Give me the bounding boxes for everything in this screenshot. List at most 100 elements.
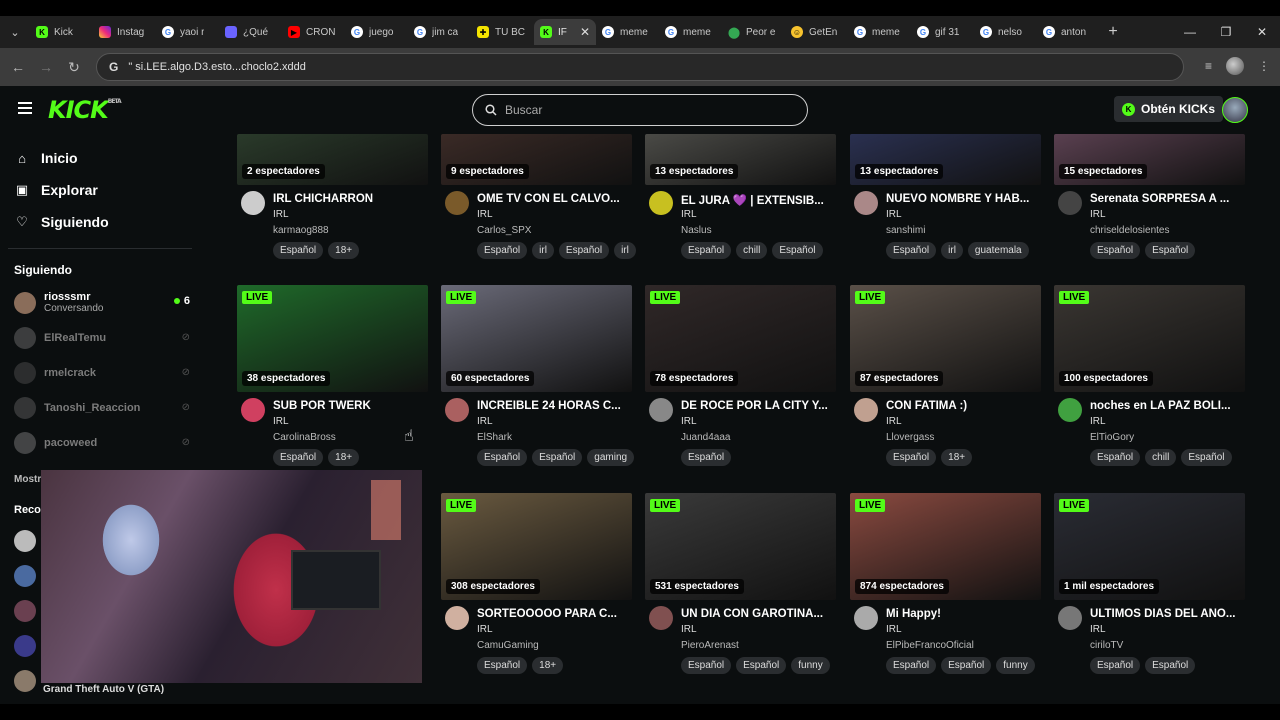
stream-title[interactable]: EL JURA 💜 | EXTENSIB... [681, 193, 836, 207]
kick-logo[interactable]: KICKBETA [48, 96, 122, 124]
stream-card[interactable]: LIVE 60 espectadores INCREIBLE 24 HORAS C.… [441, 285, 635, 478]
tag-chip[interactable]: Español [1090, 242, 1141, 259]
stream-thumbnail[interactable]: LIVE 38 espectadores [237, 285, 428, 392]
browser-tab[interactable]: ▶ CRON [282, 19, 345, 45]
stream-title[interactable]: INCREIBLE 24 HORAS C... [477, 400, 632, 412]
browser-tab[interactable]: K Kick [30, 19, 93, 45]
stream-title[interactable]: IRL CHICHARRON [273, 193, 428, 205]
channel-name[interactable]: Juand4aaa [681, 432, 731, 443]
browser-tab[interactable]: Gmeme [659, 19, 722, 45]
stream-card[interactable]: 2 espectadores IRL CHICHARRON IRL karmaog88… [237, 134, 428, 271]
recommended-avatar[interactable] [14, 635, 36, 657]
browser-tab[interactable]: ⬤ Peor e [722, 19, 785, 45]
channel-name[interactable]: ciriloTV [1090, 640, 1123, 651]
forward-icon[interactable]: → [32, 59, 60, 75]
channel-avatar[interactable] [445, 398, 469, 422]
stream-card[interactable]: LIVE 38 espectadores SUB POR TWERK IRL Carol… [237, 285, 428, 478]
tag-chip[interactable]: irl [614, 242, 636, 259]
recommended-avatar[interactable] [14, 530, 36, 552]
tag-chip[interactable]: Español [681, 242, 732, 259]
browser-tab[interactable]: Gjim ca [408, 19, 471, 45]
tag-chip[interactable]: irl [941, 242, 963, 259]
tag-chip[interactable]: irl [532, 242, 554, 259]
menu-icon[interactable] [18, 102, 32, 117]
channel-avatar[interactable] [649, 191, 673, 215]
stream-thumbnail[interactable]: 2 espectadores [237, 134, 428, 185]
reload-icon[interactable]: ↻ [60, 59, 88, 76]
address-bar[interactable]: G " si.LEE.algo.D3.esto...choclo2.xddd [96, 53, 1184, 81]
stream-card[interactable]: 9 espectadores OME TV CON EL CALVO... IRL C… [441, 134, 636, 271]
tag-chip[interactable]: Español [532, 449, 583, 466]
tag-chip[interactable]: 18+ [532, 657, 564, 674]
sidebar-item-siguiendo[interactable]: ♡ Siguiendo [0, 206, 200, 238]
channel-name[interactable]: ElTioGory [1090, 432, 1134, 443]
stream-category[interactable]: IRL [477, 209, 493, 220]
stream-thumbnail[interactable]: LIVE 87 espectadores [850, 285, 1041, 392]
tag-chip[interactable]: Español [886, 449, 937, 466]
restore-icon[interactable]: ❐ [1208, 16, 1244, 48]
close-window-icon[interactable]: ✕ [1244, 16, 1280, 48]
stream-title[interactable]: Mi Happy! [886, 608, 1041, 620]
channel-avatar[interactable] [1058, 398, 1082, 422]
sidebar-item-inicio[interactable]: ⌂ Inicio [0, 142, 200, 174]
show-more-link[interactable]: Mostr [14, 474, 41, 485]
channel-avatar[interactable] [241, 191, 265, 215]
followed-channel[interactable]: ElRealTemu ⊘ [0, 320, 200, 355]
close-tab-icon[interactable]: ✕ [580, 25, 590, 39]
browser-tab[interactable]: ✚ TU BC [471, 19, 534, 45]
channel-avatar[interactable] [649, 606, 673, 630]
stream-title[interactable]: CON FATIMA :) [886, 400, 1041, 412]
stream-category[interactable]: IRL [681, 209, 697, 220]
channel-name[interactable]: Naslus [681, 225, 712, 236]
stream-thumbnail[interactable]: 13 espectadores [645, 134, 836, 185]
channel-avatar[interactable] [1058, 606, 1082, 630]
tag-chip[interactable]: chill [1145, 449, 1177, 466]
tag-chip[interactable]: gaming [587, 449, 635, 466]
stream-category[interactable]: IRL [1090, 416, 1106, 427]
profile-avatar[interactable] [1226, 57, 1244, 75]
stream-category[interactable]: IRL [477, 416, 493, 427]
stream-card[interactable]: LIVE 87 espectadores CON FATIMA :) IRL Llove… [850, 285, 1041, 478]
channel-name[interactable]: chriseldelosientes [1090, 225, 1170, 236]
browser-tab[interactable]: ☺ GetEn [785, 19, 848, 45]
stream-card[interactable]: LIVE 531 espectadores UN DÍA CON GAROTIÑA.… [645, 493, 836, 686]
channel-avatar[interactable] [854, 606, 878, 630]
followed-channel[interactable]: Tanoshi_Reaccion ⊘ [0, 390, 200, 425]
get-kicks-button[interactable]: K Obtén KICKs [1114, 96, 1224, 122]
stream-category[interactable]: IRL [1090, 624, 1106, 635]
stream-category[interactable]: IRL [886, 416, 902, 427]
stream-thumbnail[interactable]: 13 espectadores [850, 134, 1041, 185]
stream-thumbnail[interactable]: LIVE 874 espectadores [850, 493, 1041, 600]
recommended-avatar[interactable] [14, 670, 36, 692]
tag-chip[interactable]: Español [477, 657, 528, 674]
browser-tab[interactable]: ¿Qué [219, 19, 282, 45]
browser-tab[interactable]: Ggif 31 [911, 19, 974, 45]
stream-card[interactable]: LIVE 308 espectadores SORTEOOOOO PARA C...… [441, 493, 632, 686]
tag-chip[interactable]: Español [886, 657, 937, 674]
back-icon[interactable]: ← [4, 59, 32, 75]
stream-title[interactable]: NUEVO NOMBRE Y HAB... [886, 193, 1041, 205]
stream-category[interactable]: IRL [886, 209, 902, 220]
browser-tab[interactable]: Gmeme [848, 19, 911, 45]
tag-chip[interactable]: 18+ [328, 449, 360, 466]
tag-chip[interactable]: Español [681, 657, 732, 674]
channel-name[interactable]: Llovergass [886, 432, 934, 443]
stream-title[interactable]: ULTIMOS DIAS DEL AÑO... [1090, 608, 1245, 620]
tag-chip[interactable]: guatemala [967, 242, 1029, 259]
tag-chip[interactable]: Español [1145, 657, 1196, 674]
channel-name[interactable]: PieroArenast [681, 640, 739, 651]
stream-thumbnail[interactable]: 15 espectadores [1054, 134, 1245, 185]
channel-avatar[interactable] [1058, 191, 1082, 215]
browser-tab[interactable]: Instag [93, 19, 156, 45]
tag-chip[interactable]: Español [273, 242, 324, 259]
channel-avatar[interactable] [649, 398, 673, 422]
channel-name[interactable]: ElPibeFrancoOficial [886, 640, 974, 651]
tag-chip[interactable]: Español [477, 449, 528, 466]
followed-channel[interactable]: pacoweed ⊘ [0, 425, 200, 460]
stream-card[interactable]: LIVE 874 espectadores Mi Happy! IRL ElPibeFr… [850, 493, 1041, 686]
tag-chip[interactable]: Español [886, 242, 937, 259]
tag-chip[interactable]: 18+ [941, 449, 973, 466]
tag-chip[interactable]: Español [941, 657, 992, 674]
stream-title[interactable]: DE ROCE POR LA CITY Y... [681, 400, 836, 412]
more-icon[interactable]: ⋮ [1258, 59, 1270, 73]
